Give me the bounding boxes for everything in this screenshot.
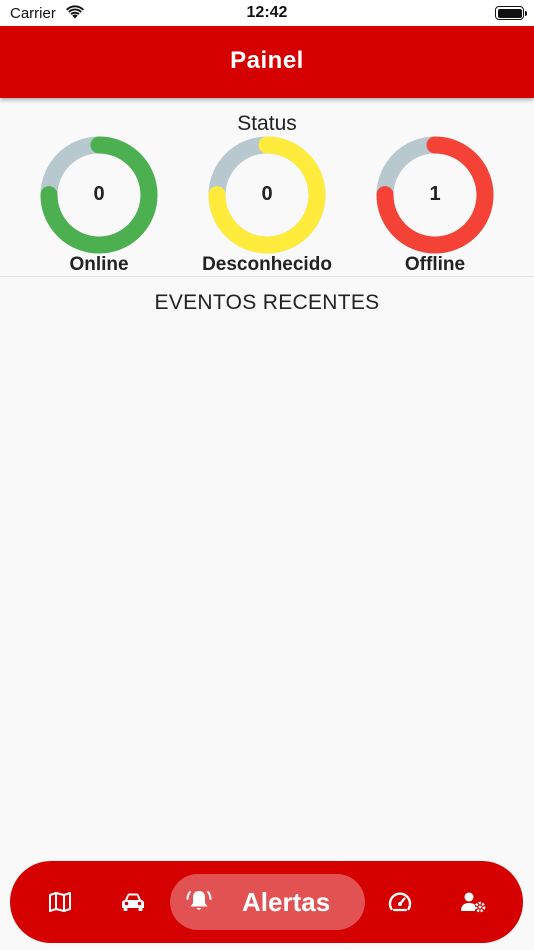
battery-icon (495, 6, 527, 20)
nav-alerts-label: Alertas (242, 887, 331, 917)
nav-user-settings-button[interactable] (453, 861, 493, 943)
nav-alerts-button[interactable]: Alertas (170, 874, 365, 930)
speedometer-icon (388, 892, 412, 912)
nav-dashboard-button[interactable] (380, 861, 420, 943)
bottom-navigation: Alertas (10, 861, 523, 943)
section-divider (0, 276, 534, 277)
offline-gauge[interactable]: 1 (376, 136, 494, 254)
car-icon (122, 893, 144, 911)
status-section-title: Status (237, 112, 297, 135)
bell-alert-icon (186, 891, 212, 910)
recent-events-title: EVENTOS RECENTES (154, 291, 380, 314)
clock: 12:42 (246, 4, 288, 21)
offline-label: Offline (404, 254, 466, 275)
user-settings-icon (461, 892, 486, 913)
unknown-label: Desconhecido (202, 254, 332, 275)
app-bar: Painel (0, 26, 534, 98)
online-count: 0 (93, 183, 105, 205)
nav-vehicles-button[interactable] (113, 861, 153, 943)
online-label: Online (69, 254, 129, 275)
offline-count: 1 (429, 183, 441, 205)
nav-map-button[interactable] (40, 861, 80, 943)
unknown-count: 0 (261, 183, 273, 205)
status-bar: Carrier 12:42 (0, 0, 534, 26)
online-gauge[interactable]: 0 (40, 136, 158, 254)
unknown-gauge[interactable]: 0 (208, 136, 326, 254)
map-icon (49, 892, 71, 912)
page-title: Painel (230, 47, 304, 74)
